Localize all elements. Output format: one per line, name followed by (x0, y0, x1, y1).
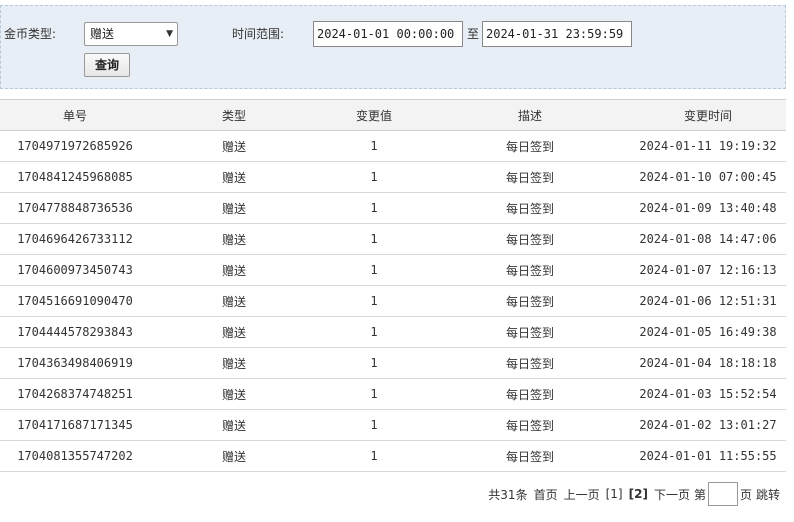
table-row: 1704516691090470 赠送 1 每日签到 2024-01-06 12:51:… (0, 285, 786, 317)
table-row: 1704971972685926 赠送 1 每日签到 2024-01-11 19:19:… (0, 130, 786, 162)
cell-change-time: 2024-01-06 12:51:31 (630, 285, 786, 317)
cell-type: 赠送 (150, 130, 318, 162)
coin-type-value: 赠送 (90, 27, 115, 41)
cell-description: 每日签到 (430, 347, 630, 379)
cell-type: 赠送 (150, 254, 318, 286)
table-row: 1704081355747202 赠送 1 每日签到 2024-01-01 11:55:… (0, 440, 786, 472)
cell-order-id: 1704171687171345 (0, 409, 150, 441)
cell-type: 赠送 (150, 378, 318, 410)
cell-change-time: 2024-01-10 07:00:45 (630, 161, 786, 193)
cell-order-id: 1704268374748251 (0, 378, 150, 410)
table-row: 1704696426733112 赠送 1 每日签到 2024-01-08 14:47:… (0, 223, 786, 255)
table-row: 1704841245968085 赠送 1 每日签到 2024-01-10 07:00:… (0, 161, 786, 193)
query-button[interactable]: 查询 (84, 53, 130, 77)
cell-change-value: 1 (318, 409, 430, 441)
cell-change-value: 1 (318, 440, 430, 472)
current-page: [2] (628, 487, 648, 501)
cell-change-time: 2024-01-05 16:49:38 (630, 316, 786, 348)
page-number-input[interactable] (707, 482, 738, 506)
end-time-input[interactable]: 2024-01-31 23:59:59 (482, 21, 632, 47)
goto-suffix: 页 (739, 487, 752, 502)
start-time-input[interactable]: 2024-01-01 00:00:00 (313, 21, 463, 47)
cell-change-time: 2024-01-08 14:47:06 (630, 223, 786, 255)
cell-change-time: 2024-01-07 12:16:13 (630, 254, 786, 286)
cell-change-value: 1 (318, 161, 430, 193)
table-row: 1704171687171345 赠送 1 每日签到 2024-01-02 13:01:… (0, 409, 786, 441)
cell-change-value: 1 (318, 285, 430, 317)
cell-order-id: 1704081355747202 (0, 440, 150, 472)
jump-button[interactable]: 跳转 (756, 486, 780, 503)
cell-order-id: 1704516691090470 (0, 285, 150, 317)
cell-type: 赠送 (150, 409, 318, 441)
cell-description: 每日签到 (430, 192, 630, 224)
chevron-down-icon: ▼ (166, 29, 173, 39)
cell-change-value: 1 (318, 130, 430, 162)
column-header-type: 类型 (150, 99, 318, 131)
filter-panel: 金币类型: 赠送 ▼ 时间范围: 2024-01-01 00:00:00 至 2… (0, 5, 786, 89)
cell-type: 赠送 (150, 285, 318, 317)
column-header-time: 变更时间 (630, 99, 786, 131)
goto-prefix: 第 (693, 487, 706, 502)
cell-order-id: 1704841245968085 (0, 161, 150, 193)
cell-type: 赠送 (150, 223, 318, 255)
table-row: 1704444578293843 赠送 1 每日签到 2024-01-05 16:49:… (0, 316, 786, 348)
column-header-id: 单号 (0, 99, 150, 131)
table-row: 1704268374748251 赠送 1 每日签到 2024-01-03 15:52:… (0, 378, 786, 410)
cell-type: 赠送 (150, 440, 318, 472)
cell-order-id: 1704363498406919 (0, 347, 150, 379)
cell-description: 每日签到 (430, 223, 630, 255)
table-row: 1704600973450743 赠送 1 每日签到 2024-01-07 12:16:… (0, 254, 786, 286)
cell-change-value: 1 (318, 347, 430, 379)
cell-description: 每日签到 (430, 285, 630, 317)
coin-type-select[interactable]: 赠送 ▼ (84, 22, 178, 46)
column-header-description: 描述 (430, 99, 630, 131)
coin-type-label: 金币类型: (4, 27, 57, 41)
record-table: 单号 类型 变更值 描述 变更时间 1704971972685926 赠送 1 每日签… (0, 99, 786, 472)
table-header-row: 单号 类型 变更值 描述 变更时间 (0, 99, 786, 131)
cell-order-id: 1704696426733112 (0, 223, 150, 255)
cell-change-value: 1 (318, 192, 430, 224)
cell-change-time: 2024-01-04 18:18:18 (630, 347, 786, 379)
cell-order-id: 1704600973450743 (0, 254, 150, 286)
cell-description: 每日签到 (430, 316, 630, 348)
cell-description: 每日签到 (430, 378, 630, 410)
cell-description: 每日签到 (430, 409, 630, 441)
cell-description: 每日签到 (430, 440, 630, 472)
cell-change-value: 1 (318, 378, 430, 410)
cell-change-time: 2024-01-01 11:55:55 (630, 440, 786, 472)
cell-type: 赠送 (150, 347, 318, 379)
cell-change-time: 2024-01-03 15:52:54 (630, 378, 786, 410)
cell-type: 赠送 (150, 192, 318, 224)
cell-change-value: 1 (318, 254, 430, 286)
column-header-change: 变更值 (318, 99, 430, 131)
time-range-label: 时间范围: (232, 27, 285, 41)
cell-change-time: 2024-01-11 19:19:32 (630, 130, 786, 162)
cell-type: 赠送 (150, 161, 318, 193)
table-row: 1704778848736536 赠送 1 每日签到 2024-01-09 13:40:… (0, 192, 786, 224)
prev-page-link[interactable]: 上一页 (564, 486, 600, 503)
cell-description: 每日签到 (430, 130, 630, 162)
cell-change-value: 1 (318, 223, 430, 255)
cell-type: 赠送 (150, 316, 318, 348)
total-count: 共31条 (488, 487, 528, 502)
pagination: 共31条 首页 上一页 [1] [2] 下一页 第 页 跳转 (482, 482, 780, 506)
next-page-link[interactable]: 下一页 (654, 486, 690, 503)
cell-order-id: 1704778848736536 (0, 192, 150, 224)
table-row: 1704363498406919 赠送 1 每日签到 2024-01-04 18:18:… (0, 347, 786, 379)
cell-change-time: 2024-01-09 13:40:48 (630, 192, 786, 224)
cell-description: 每日签到 (430, 161, 630, 193)
first-page-link[interactable]: 首页 (534, 486, 558, 503)
cell-order-id: 1704971972685926 (0, 130, 150, 162)
cell-change-time: 2024-01-02 13:01:27 (630, 409, 786, 441)
cell-order-id: 1704444578293843 (0, 316, 150, 348)
cell-change-value: 1 (318, 316, 430, 348)
cell-description: 每日签到 (430, 254, 630, 286)
to-label: 至 (467, 27, 480, 41)
page-1-link[interactable]: [1] (606, 487, 623, 501)
